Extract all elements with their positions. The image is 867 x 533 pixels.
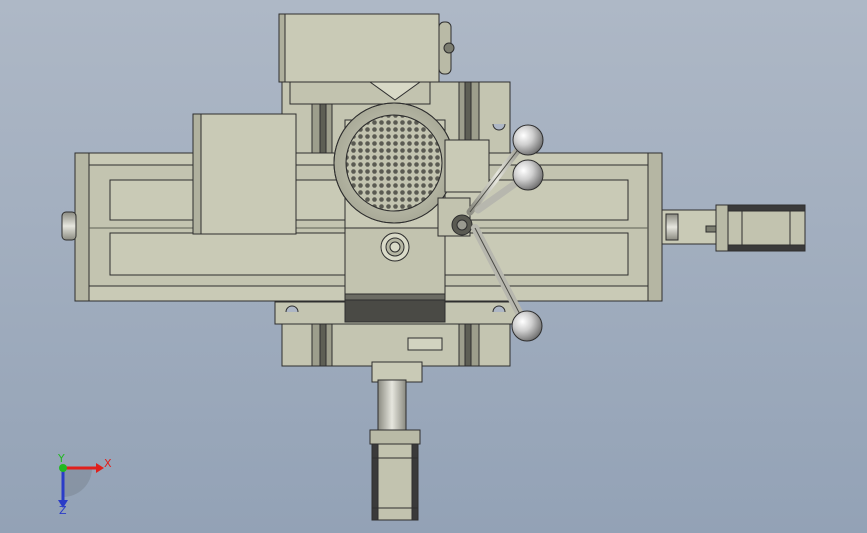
triad-x-label: X xyxy=(104,457,112,470)
triad-y-axis xyxy=(59,464,67,472)
coordinate-triad: X Y Z xyxy=(57,452,112,517)
triad-y-label: Y xyxy=(57,452,65,465)
triad-z-label: Z xyxy=(59,504,67,517)
triad-x-arrowhead xyxy=(96,463,104,473)
cad-model-view[interactable]: X Y Z xyxy=(0,0,867,533)
spindle-motor-fan xyxy=(333,102,455,224)
left-block xyxy=(192,113,297,235)
top-motor-housing xyxy=(278,13,455,105)
x-axis-left-shaft xyxy=(61,211,77,241)
cad-viewport[interactable]: X Y Z xyxy=(0,0,867,533)
x-axis-servo-motor xyxy=(661,204,806,252)
